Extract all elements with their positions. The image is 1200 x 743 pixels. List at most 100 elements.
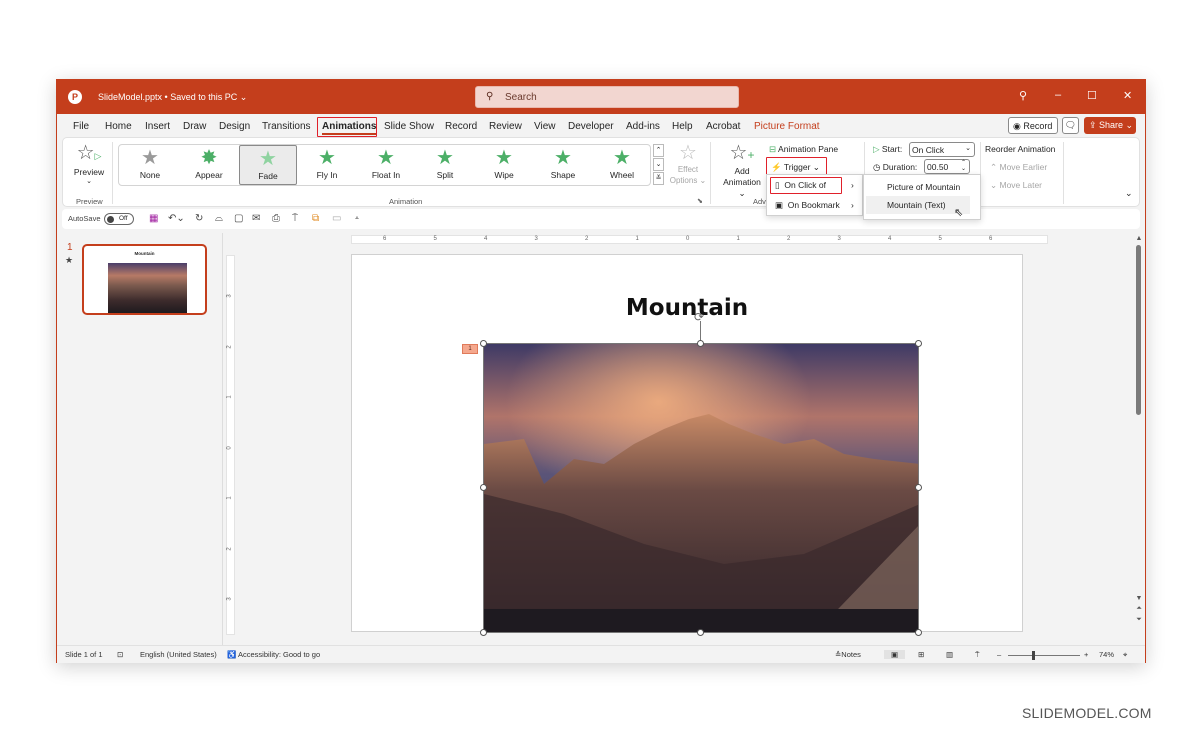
resize-handle[interactable] (697, 340, 704, 347)
slideshow-button[interactable]: ⍑ (975, 650, 980, 660)
animation-label: Fly In (316, 170, 338, 180)
move-earlier-button[interactable]: ⌃ Move Earlier (990, 162, 1047, 173)
tab-file[interactable]: File (73, 121, 89, 132)
record-button[interactable]: ◉ Record (1008, 117, 1058, 134)
slide-canvas[interactable]: Mountain ⟳ 1 (351, 254, 1023, 636)
tab-insert[interactable]: Insert (145, 121, 170, 132)
gallery-scroll-down[interactable]: ⌄ (653, 158, 664, 171)
resize-handle[interactable] (915, 484, 922, 491)
move-later-button[interactable]: ⌄ Move Later (990, 180, 1042, 191)
animation-shape[interactable]: ★ Shape (534, 145, 592, 185)
preview-button[interactable]: ☆▷ Preview ⌄ (69, 142, 109, 190)
on-bookmark-item[interactable]: ▣ On Bookmark (775, 200, 840, 211)
tab-acrobat[interactable]: Acrobat (706, 121, 740, 132)
animation-fade[interactable]: ★ Fade (239, 145, 297, 185)
customize-qat-icon[interactable]: ⩡ (355, 215, 359, 223)
email-icon[interactable]: ✉ (252, 213, 260, 224)
autosave-toggle[interactable]: Off (104, 213, 134, 225)
save-icon[interactable]: ▦ (149, 213, 158, 224)
tab-add-ins[interactable]: Add-ins (626, 121, 660, 132)
vertical-scrollbar[interactable]: ▲ ▼ ⏶ ⏷ (1134, 235, 1144, 630)
tab-help[interactable]: Help (672, 121, 693, 132)
gallery-more[interactable]: ≚ (653, 172, 664, 185)
scroll-up-icon[interactable]: ▲ (1134, 235, 1144, 242)
accessibility-icon[interactable]: ♿ (227, 650, 236, 659)
new-file-icon[interactable]: ▢ (234, 213, 243, 224)
animation-split[interactable]: ★ Split (416, 145, 474, 185)
redo-icon[interactable]: ↻ (195, 213, 203, 224)
gallery-scroll[interactable]: ⌃ ⌄ ≚ (653, 144, 664, 186)
copy-icon[interactable]: ⧉ (312, 213, 319, 224)
normal-view-button[interactable]: ▣ (884, 650, 906, 659)
animation-appear[interactable]: ✸ Appear (180, 145, 238, 185)
animation-fly-in[interactable]: ★ Fly In (298, 145, 356, 185)
resize-handle[interactable] (480, 484, 487, 491)
print-icon[interactable]: ⎙ (272, 213, 280, 224)
animation-order-tag[interactable]: 1 (462, 344, 478, 354)
zoom-level[interactable]: 74% (1099, 650, 1114, 659)
close-button[interactable]: ✕ (1123, 89, 1132, 102)
start-label: ▷ Start: (873, 144, 902, 155)
animation-float-in[interactable]: ★ Float In (357, 145, 415, 185)
animation-none[interactable]: ★ None (121, 145, 179, 185)
pane-divider[interactable] (222, 233, 223, 646)
mountain-picture[interactable] (483, 343, 919, 633)
tab-view[interactable]: View (534, 121, 556, 132)
gallery-scroll-up[interactable]: ⌃ (653, 144, 664, 157)
zoom-out-button[interactable]: – (997, 650, 1001, 659)
tab-home[interactable]: Home (105, 121, 132, 132)
language-status[interactable]: English (United States) (140, 650, 217, 659)
effect-options-button[interactable]: ☆ Effect Options ⌄ (668, 142, 708, 186)
document-title[interactable]: SlideModel.pptx • Saved to this PC ⌄ (98, 92, 247, 103)
resize-handle[interactable] (480, 340, 487, 347)
comment-icon[interactable]: ▭ (332, 213, 341, 224)
previous-slide-icon[interactable]: ⏶ (1134, 605, 1144, 613)
zoom-slider-thumb[interactable] (1032, 651, 1035, 660)
slide-title[interactable]: Mountain (352, 295, 1022, 321)
tab-transitions[interactable]: Transitions (262, 121, 311, 132)
tab-record[interactable]: Record (445, 121, 477, 132)
tab-developer[interactable]: Developer (568, 121, 614, 132)
comments-button[interactable]: 🗨 (1062, 117, 1079, 134)
tab-review[interactable]: Review (489, 121, 522, 132)
next-slide-icon[interactable]: ⏷ (1134, 616, 1144, 624)
accessibility-status[interactable]: Accessibility: Good to go (238, 650, 320, 659)
resize-handle[interactable] (915, 340, 922, 347)
tab-design[interactable]: Design (219, 121, 250, 132)
search-box[interactable]: ⚲ Search (475, 86, 739, 108)
fit-to-window-icon[interactable]: ⌖ (1123, 650, 1127, 660)
open-icon[interactable]: ⌓ (215, 213, 223, 224)
duration-input[interactable]: 00.50 ⌃ ⌄ (924, 159, 970, 174)
slide-sorter-button[interactable]: ⊞ (918, 650, 924, 659)
slide-thumbnail[interactable]: Mountain (82, 244, 207, 315)
tab-picture-format[interactable]: Picture Format (754, 121, 820, 132)
zoom-in-button[interactable]: + (1084, 650, 1088, 659)
picture-of-mountain-item[interactable]: Picture of Mountain (887, 182, 960, 192)
zoom-slider[interactable] (1008, 655, 1080, 656)
start-select[interactable]: On Click ⌄ (909, 142, 975, 157)
rotate-handle-icon[interactable]: ⟳ (694, 310, 704, 324)
animation-wipe[interactable]: ★ Wipe (475, 145, 533, 185)
resize-handle[interactable] (697, 629, 704, 636)
maximize-button[interactable]: ☐ (1087, 89, 1097, 102)
scrollbar-thumb[interactable] (1136, 245, 1141, 415)
location-icon[interactable]: ⚲ (1019, 89, 1027, 102)
present-icon[interactable]: ⍑ (292, 213, 298, 224)
add-animation-button[interactable]: ☆+ Add Animation ⌄ (719, 142, 765, 199)
spell-check-icon[interactable]: ⊡ (117, 650, 123, 659)
undo-icon[interactable]: ↶⌄ (168, 213, 185, 224)
reading-view-button[interactable]: ▥ (946, 650, 953, 659)
notes-button[interactable]: ≙Notes (835, 650, 861, 659)
scroll-down-icon[interactable]: ▼ (1134, 595, 1144, 602)
dialog-launcher-icon[interactable]: ⬊ (697, 197, 703, 205)
minimize-button[interactable]: – (1055, 89, 1061, 101)
mountain-text-item[interactable]: Mountain (Text) (887, 200, 946, 210)
tab-draw[interactable]: Draw (183, 121, 206, 132)
animation-pane-button[interactable]: ⊟ Animation Pane (769, 144, 838, 155)
collapse-ribbon-icon[interactable]: ⌄ (1125, 188, 1133, 199)
tab-slide-show[interactable]: Slide Show (384, 121, 434, 132)
animation-wheel[interactable]: ★ Wheel (593, 145, 651, 185)
resize-handle[interactable] (915, 629, 922, 636)
resize-handle[interactable] (480, 629, 487, 636)
share-button[interactable]: ⇪ Share ⌄ (1084, 117, 1136, 134)
